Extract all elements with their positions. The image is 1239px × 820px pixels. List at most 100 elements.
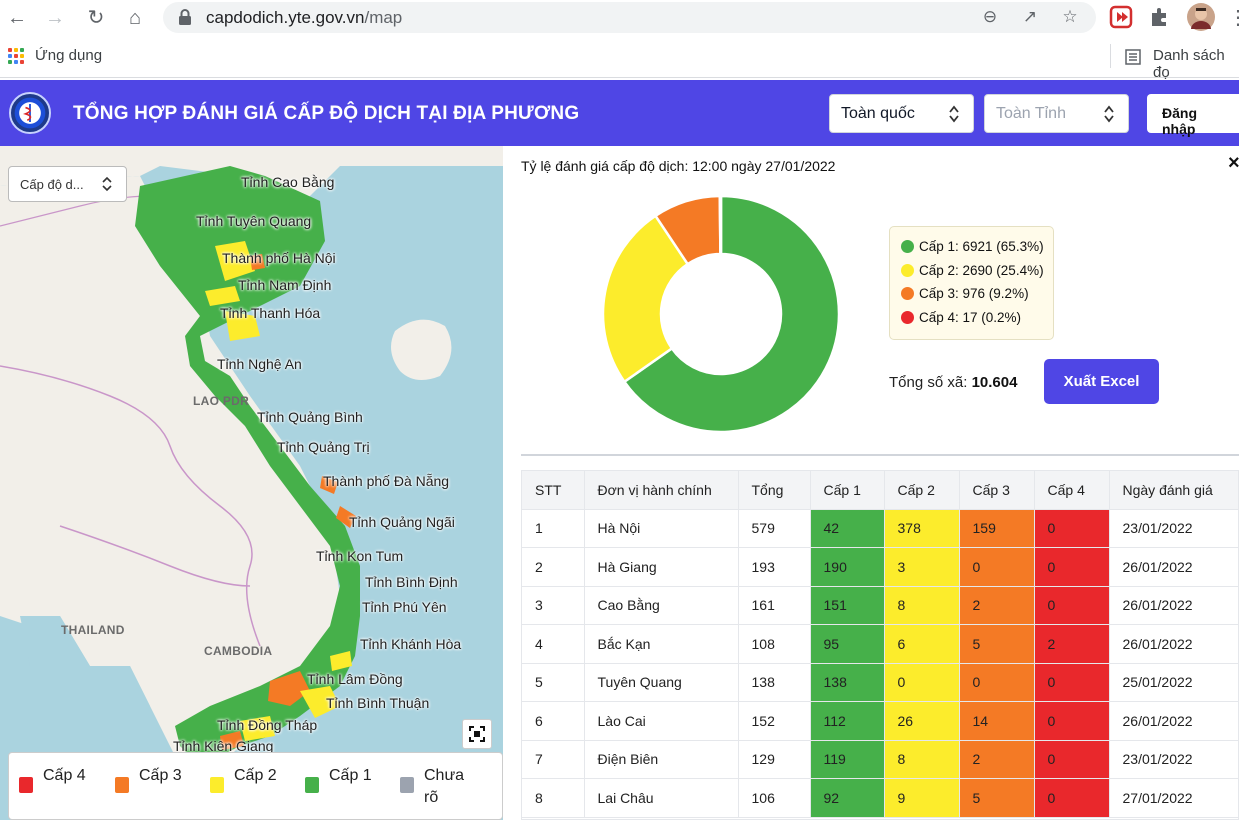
legend-swatch <box>210 777 224 793</box>
column-header[interactable]: Cấp 1 <box>810 471 885 510</box>
map-label: Thành phố Đà Nẵng <box>323 473 450 489</box>
column-header[interactable]: Cấp 4 <box>1034 471 1110 510</box>
map-panel[interactable]: Tỉnh Cao Bằng Tỉnh Tuyên Quang Thành phố… <box>0 146 503 820</box>
lock-icon <box>179 9 191 25</box>
table-cell: 378 <box>884 509 960 548</box>
bookmark-reading-list[interactable]: Danh sách đọ <box>1153 47 1239 81</box>
table-cell: 8 <box>522 778 585 818</box>
table-cell: 5 <box>522 663 585 702</box>
map-legend: Cấp 4 Cấp 3 Cấp 2 Cấp 1 Chưa rõ <box>8 752 503 820</box>
table-cell: 3 <box>522 586 585 625</box>
legend-item-cap2: Cấp 2 <box>200 765 290 809</box>
bookmarks-bar: Ứng dụng Danh sách đọ <box>0 36 1239 81</box>
table-cell: 2 <box>1034 624 1110 664</box>
legend-swatch <box>305 777 319 793</box>
reload-icon[interactable]: ↻ <box>83 5 109 31</box>
browser-toolbar: ← → ↻ ⌂ capdodich.yte.gov.vn/map ⊖ ↗ ☆ ⋮ <box>0 0 1239 36</box>
table-cell: 0 <box>884 663 960 702</box>
bookmark-apps[interactable]: Ứng dụng <box>35 47 102 64</box>
table-cell: 26/01/2022 <box>1109 624 1238 664</box>
forward-arrow-icon[interactable]: → <box>42 5 68 31</box>
table-cell: 23/01/2022 <box>1109 740 1238 779</box>
table-cell: 5 <box>959 624 1035 664</box>
table-cell: 108 <box>738 624 811 664</box>
close-icon[interactable]: × <box>1228 152 1239 175</box>
table-cell: 6 <box>884 624 960 664</box>
scope-select-value: Toàn quốc <box>841 105 915 122</box>
table-row[interactable]: 3 Cao Bằng 161 151 8 2 0 26/01/2022 <box>522 586 1238 625</box>
scope-select[interactable]: Toàn quốc <box>829 94 974 133</box>
table-cell: 8 <box>884 586 960 625</box>
table-cell: 152 <box>738 701 811 741</box>
avatar[interactable] <box>1187 3 1215 31</box>
column-header[interactable]: Cấp 3 <box>959 471 1035 510</box>
legend-item-cap1: Cấp 1 <box>295 765 385 809</box>
reading-list-icon <box>1125 49 1141 65</box>
table-row[interactable]: 6 Lào Cai 152 112 26 14 0 26/01/2022 <box>522 701 1238 741</box>
star-icon[interactable]: ☆ <box>1058 5 1082 29</box>
province-select[interactable]: Toàn Tỉnh <box>984 94 1129 133</box>
table-cell: Hà Nội <box>584 509 739 548</box>
map-label: Tỉnh Cao Bằng <box>241 174 335 190</box>
chart-legend-item: Cấp 4: 17 (0.2%) <box>890 306 1053 330</box>
back-arrow-icon[interactable]: ← <box>4 5 30 31</box>
address-bar[interactable]: capdodich.yte.gov.vn/map ⊖ ↗ ☆ <box>163 2 1096 33</box>
column-header[interactable]: STT <box>522 471 585 510</box>
table-row[interactable]: 4 Bắc Kạn 108 95 6 5 2 26/01/2022 <box>522 624 1238 664</box>
total-communes: Tổng số xã: 10.604 <box>889 374 1017 391</box>
share-icon[interactable]: ↗ <box>1018 5 1042 29</box>
legend-label: Cấp 1 <box>329 767 372 784</box>
layer-select[interactable]: Cấp độ d... <box>8 166 127 202</box>
table-cell: 2 <box>522 547 585 587</box>
column-header[interactable]: Đơn vị hành chính <box>584 471 739 510</box>
table-cell: 2 <box>959 586 1035 625</box>
table-cell: 151 <box>810 586 885 625</box>
layer-select-value: Cấp độ d... <box>20 177 84 192</box>
country-label: CAMBODIA <box>204 644 273 658</box>
table-cell: 95 <box>810 624 885 664</box>
export-excel-button[interactable]: Xuất Excel <box>1044 359 1159 404</box>
table-row[interactable]: 2 Hà Giang 193 190 3 0 0 26/01/2022 <box>522 547 1238 587</box>
fullscreen-icon <box>469 726 485 742</box>
updown-chevron-icon <box>102 176 112 192</box>
legend-item-unknown: Chưa rõ <box>390 765 480 809</box>
apps-grid-icon[interactable] <box>8 48 24 64</box>
table-row[interactable]: 1 Hà Nội 579 42 378 159 0 23/01/2022 <box>522 509 1238 548</box>
table-cell: 0 <box>1034 663 1110 702</box>
table-cell: 119 <box>810 740 885 779</box>
table-cell: 26/01/2022 <box>1109 701 1238 741</box>
map-label: Tỉnh Khánh Hòa <box>360 636 462 652</box>
table-cell: 2 <box>959 740 1035 779</box>
table-row[interactable]: 5 Tuyên Quang 138 138 0 0 0 25/01/2022 <box>522 663 1238 702</box>
donut-slice[interactable] <box>718 194 723 256</box>
table-cell: 193 <box>738 547 811 587</box>
table-cell: Điện Biên <box>584 740 739 779</box>
login-button[interactable]: Đăng nhập <box>1147 94 1239 137</box>
legend-item-cap4: Cấp 4 <box>9 765 99 809</box>
column-header[interactable]: Tổng <box>738 471 811 510</box>
table-cell: Cao Bằng <box>584 586 739 625</box>
extension-red-icon[interactable] <box>1109 5 1133 29</box>
table-row[interactable]: 8 Lai Châu 106 92 9 5 0 27/01/2022 <box>522 778 1238 818</box>
home-icon[interactable]: ⌂ <box>122 5 148 31</box>
donut-chart <box>601 194 841 434</box>
chart-legend-item: Cấp 1: 6921 (65.3%) <box>890 235 1053 259</box>
fullscreen-button[interactable] <box>462 719 492 749</box>
table-cell: 25/01/2022 <box>1109 663 1238 702</box>
table-row[interactable]: 7 Điện Biên 129 119 8 2 0 23/01/2022 <box>522 740 1238 779</box>
legend-dot <box>901 287 914 300</box>
app-header: TỔNG HỢP ĐÁNH GIÁ CẤP ĐỘ DỊCH TẠI ĐỊA PH… <box>0 80 1239 146</box>
chart-legend-label: Cấp 2: 2690 (25.4%) <box>919 262 1044 278</box>
url-path: /map <box>364 8 403 27</box>
table-cell: Lai Châu <box>584 778 739 818</box>
puzzle-icon[interactable] <box>1148 5 1172 29</box>
rate-title: Tỷ lệ đánh giá cấp độ dịch: 12:00 ngày 2… <box>521 158 836 174</box>
menu-dots-icon[interactable]: ⋮ <box>1228 5 1239 31</box>
column-header[interactable]: Ngày đánh giá <box>1109 471 1238 510</box>
map-label: Tỉnh Thanh Hóa <box>220 305 321 321</box>
column-header[interactable]: Cấp 2 <box>884 471 960 510</box>
legend-swatch <box>115 777 129 793</box>
legend-label: Chưa rõ <box>424 767 465 806</box>
country-label: LAO PDR <box>193 394 250 408</box>
zoom-out-icon[interactable]: ⊖ <box>978 5 1002 29</box>
